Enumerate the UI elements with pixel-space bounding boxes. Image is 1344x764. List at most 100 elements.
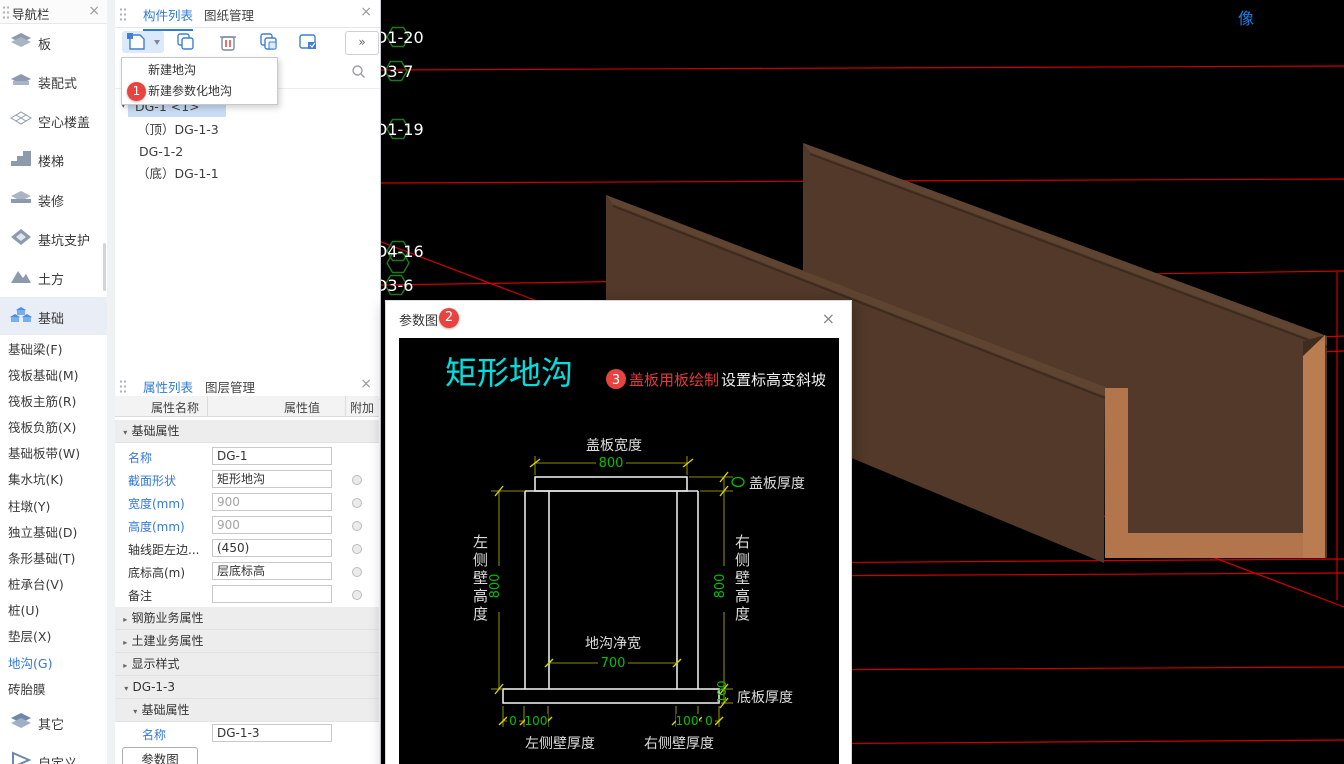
dim-left-zero: 0	[509, 714, 517, 728]
group-display-style[interactable]: ▸ 显示样式	[115, 653, 379, 676]
sidebar-item-raft-main-rebar[interactable]: 筏板主筋(R)	[8, 389, 103, 414]
attach-radio[interactable]	[352, 498, 362, 508]
prop-row-sub-name: 名称 DG-1-3	[115, 722, 379, 745]
sidebar-item-other[interactable]: 其它	[0, 703, 107, 741]
tree-item-dg1-2[interactable]: DG-1-2	[115, 141, 380, 162]
close-icon[interactable]: ×	[88, 4, 100, 18]
attach-radio[interactable]	[352, 475, 362, 485]
prop-row-height: 高度(mm) 900	[115, 514, 379, 537]
group-dg1-3[interactable]: ▾ DG-1-3	[115, 676, 379, 699]
close-icon[interactable]: ×	[822, 309, 835, 328]
group-rebar-props[interactable]: ▸ 钢筋业务属性	[115, 607, 379, 630]
dim-left-thickness: 100	[525, 714, 548, 728]
drag-handle-icon[interactable]	[119, 7, 127, 21]
tab-property-list[interactable]: 属性列表	[143, 377, 194, 403]
drag-handle-icon[interactable]	[2, 5, 10, 19]
delete-button[interactable]	[214, 31, 242, 53]
dim-right-thickness: 100	[676, 714, 699, 728]
prop-row-section-shape: 截面形状 矩形地沟	[115, 468, 379, 491]
sidebar-item-prefab[interactable]: 装配式	[0, 62, 107, 100]
col-property-name: 属性名称	[151, 401, 200, 415]
drag-handle-icon[interactable]	[119, 379, 127, 393]
group-foundation-props[interactable]: ▾ 基础属性	[115, 420, 379, 443]
search-icon	[352, 65, 365, 78]
copy-between-layers-button[interactable]	[256, 31, 284, 53]
tree-item-dg1-3[interactable]: （顶）DG-1-3	[115, 119, 380, 140]
tab-drawing-management[interactable]: 图纸管理	[204, 5, 254, 24]
layers-icon	[11, 713, 31, 728]
col-property-value: 属性值	[283, 401, 320, 415]
label-right-wall-height: 右侧壁高度	[733, 534, 751, 624]
sidebar-item-cushion[interactable]: 垫层(X)	[8, 624, 103, 649]
remark-input[interactable]	[212, 585, 332, 603]
sidebar-item-decoration[interactable]: 装修	[0, 180, 107, 218]
sidebar-title: 导航栏	[12, 7, 50, 22]
custom-icon	[12, 751, 32, 764]
sub-name-input[interactable]: DG-1-3	[212, 724, 332, 742]
new-component-button[interactable]	[122, 31, 164, 53]
sidebar-item-foundation-beam[interactable]: 基础梁(F)	[8, 337, 103, 362]
sidebar-item-foundation[interactable]: 基础	[0, 297, 107, 335]
prop-row-remark: 备注	[115, 583, 379, 606]
tree-item-dg1-1[interactable]: （底）DG-1-1	[115, 163, 380, 184]
close-icon[interactable]: ×	[360, 377, 372, 391]
sidebar-item-earthwork[interactable]: 土方	[0, 258, 107, 296]
foundation-cubes-icon	[10, 307, 32, 322]
slab-icon	[11, 33, 31, 47]
dim-left-wall-height: 800	[488, 574, 503, 599]
name-input[interactable]: DG-1	[212, 447, 332, 465]
attach-radio[interactable]	[352, 521, 362, 531]
height-input[interactable]: 900	[212, 516, 332, 534]
sidebar-item-isolated-foundation[interactable]: 独立基础(D)	[8, 520, 103, 545]
sidebar-item-raft-neg-rebar[interactable]: 筏板负筋(X)	[8, 415, 103, 440]
sidebar-item-custom[interactable]: 自定义	[0, 742, 107, 764]
copy-icon	[177, 33, 194, 50]
export-icon	[299, 34, 316, 49]
group-dg1-3-foundation[interactable]: ▾ 基础属性	[115, 699, 379, 722]
tab-component-list[interactable]: 构件列表	[143, 5, 194, 31]
sidebar-item-pile-cap[interactable]: 桩承台(V)	[8, 572, 103, 597]
viewport-corner-text: 像	[1238, 9, 1255, 28]
attach-radio[interactable]	[352, 590, 362, 600]
sidebar-item-strip-foundation[interactable]: 条形基础(T)	[8, 546, 103, 571]
group-civil-props[interactable]: ▸ 土建业务属性	[115, 630, 379, 653]
sidebar-item-slab-band[interactable]: 基础板带(W)	[8, 441, 103, 466]
cover-thickness-marker	[731, 476, 745, 488]
decoration-icon	[11, 191, 31, 203]
sidebar-item-brick-mold[interactable]: 砖胎膜	[8, 677, 103, 702]
sidebar-scrollbar[interactable]	[103, 243, 106, 291]
sidebar-item-pier[interactable]: 柱墩(Y)	[8, 494, 103, 519]
copy-button[interactable]	[172, 31, 200, 53]
dim-right-wall-height: 800	[713, 574, 728, 599]
attach-radio[interactable]	[352, 567, 362, 577]
sidebar-item-hollow-floor[interactable]: 空心楼盖	[0, 101, 107, 139]
sidebar-item-pit-support[interactable]: 基坑支护	[0, 219, 107, 257]
section-shape-input[interactable]: 矩形地沟	[212, 470, 332, 488]
width-input[interactable]: 900	[212, 493, 332, 511]
attach-radio[interactable]	[352, 544, 362, 554]
sidebar-item-raft[interactable]: 筏板基础(M)	[8, 363, 103, 388]
sidebar-item-slab[interactable]: 板	[0, 23, 107, 61]
parameter-diagram-button[interactable]: 参数图	[122, 747, 198, 764]
panel-gap	[107, 0, 115, 764]
grid-label: D4-16	[380, 240, 424, 274]
svg-text:3: 3	[612, 373, 620, 388]
tab-layer-management[interactable]: 图层管理	[205, 377, 255, 396]
menu-item-new-trench[interactable]: 新建地沟	[122, 59, 277, 81]
sidebar-item-trench[interactable]: 地沟(G)	[8, 651, 103, 676]
axis-offset-input[interactable]: (450)	[212, 539, 332, 557]
prop-row-bottom-elevation: 底标高(m) 层底标高	[115, 560, 379, 583]
label-plate-thickness: 底板厚度	[737, 690, 793, 706]
grid-label: D1-19	[380, 118, 424, 140]
new-component-menu: 新建地沟 新建参数化地沟	[121, 57, 278, 105]
bottom-elevation-input[interactable]: 层底标高	[212, 562, 332, 580]
sidebar-item-pile[interactable]: 桩(U)	[8, 598, 103, 623]
more-tools-button[interactable]: »	[345, 31, 379, 55]
label-left-thickness: 左侧壁厚度	[525, 736, 595, 752]
application-window: D1-20 D3-7 D1-19 D4-16 D3-6 像 导航栏 × 板 装配…	[0, 0, 1344, 764]
save-selection-button[interactable]	[294, 31, 322, 53]
sidebar-item-stairs[interactable]: 楼梯	[0, 140, 107, 178]
close-icon[interactable]: ×	[360, 5, 372, 19]
sidebar-item-sump[interactable]: 集水坑(K)	[8, 467, 103, 492]
new-file-icon	[127, 33, 160, 50]
